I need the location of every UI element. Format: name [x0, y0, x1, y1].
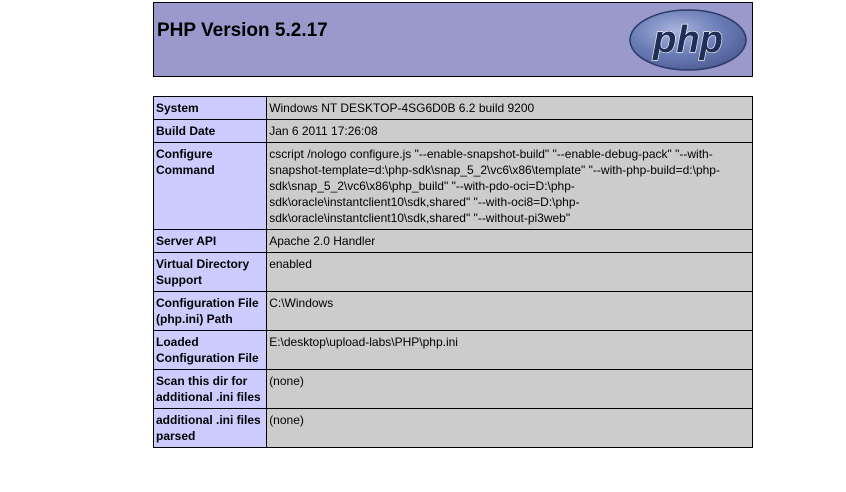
table-row: Server API Apache 2.0 Handler: [152, 229, 753, 253]
table-row: Configure Command cscript /nologo configu…: [152, 142, 753, 230]
row-label: Configuration File (php.ini) Path: [152, 291, 268, 331]
row-value: C:\Windows: [266, 291, 753, 331]
page-title: PHP Version 5.2.17: [157, 20, 328, 41]
table-row: Build Date Jan 6 2011 17:26:08: [152, 119, 753, 143]
phpinfo-table: System Windows NT DESKTOP-4SG6D0B 6.2 bui…: [152, 96, 753, 448]
table-row: Virtual Directory Support enabled: [152, 252, 753, 292]
row-label: Build Date: [152, 119, 268, 143]
row-label: additional .ini files parsed: [152, 408, 268, 448]
phpinfo-rows: System Windows NT DESKTOP-4SG6D0B 6.2 bui…: [152, 96, 753, 448]
version-header: PHP Version 5.2.17 php: [153, 2, 753, 77]
row-value: Windows NT DESKTOP-4SG6D0B 6.2 build 920…: [266, 96, 753, 120]
table-row: additional .ini files parsed (none): [152, 408, 753, 448]
phpinfo-page: PHP Version 5.2.17 php System Windows NT …: [152, 2, 753, 448]
row-label: Configure Command: [152, 142, 268, 230]
row-value: E:\desktop\upload-labs\PHP\php.ini: [266, 330, 753, 370]
row-label: Virtual Directory Support: [152, 252, 268, 292]
row-value: Apache 2.0 Handler: [266, 229, 753, 253]
row-value: cscript /nologo configure.js "--enable-s…: [266, 142, 753, 230]
table-row: Scan this dir for additional .ini files(…: [152, 369, 753, 409]
row-value: (none): [266, 408, 753, 448]
row-value: Jan 6 2011 17:26:08: [266, 119, 753, 143]
row-label: Server API: [152, 229, 268, 253]
row-value: enabled: [266, 252, 753, 292]
table-row: Loaded Configuration File E:\desktop\uplo…: [152, 330, 753, 370]
row-value: (none): [266, 369, 753, 409]
php-logo-text: php: [652, 19, 723, 61]
row-label: Loaded Configuration File: [152, 330, 268, 370]
php-logo[interactable]: php: [628, 8, 748, 72]
row-label: System: [152, 96, 268, 120]
table-row: Configuration File (php.ini) Path C:\Wind…: [152, 291, 753, 331]
table-row: System Windows NT DESKTOP-4SG6D0B 6.2 bui…: [152, 96, 753, 120]
row-label: Scan this dir for additional .ini files: [152, 369, 268, 409]
